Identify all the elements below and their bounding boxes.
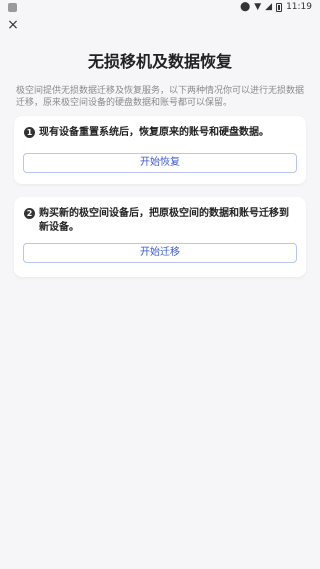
migrate-card-label: 购买新的极空间设备后，把原极空间的数据和账号迁移到新设备。 <box>39 208 289 233</box>
app-icon <box>8 2 17 12</box>
migrate-card: 2 购买新的极空间设备后，把原极空间的数据和账号迁移到新设备。 开始迁移 <box>14 197 306 277</box>
status-bar: ⬤ ▼ ◢ 11:19 <box>0 0 320 14</box>
signal-icon: ◢ <box>265 1 273 12</box>
wifi-icon: ▼ <box>254 1 262 12</box>
close-button[interactable]: × <box>4 16 22 34</box>
restore-card-label: 现有设备重置系统后，恢复原来的账号和硬盘数据。 <box>39 127 269 138</box>
start-migrate-button[interactable]: 开始迁移 <box>23 243 297 263</box>
page-title: 无损移机及数据恢复 <box>87 52 232 71</box>
close-icon: × <box>7 17 19 33</box>
restore-card-text: 1 现有设备重置系统后，恢复原来的账号和硬盘数据。 <box>24 126 296 140</box>
page-description: 极空间提供无损数据迁移及恢复服务，以下两种情况你可以进行无损数据迁移，原来极空间… <box>16 86 305 108</box>
number-badge-1: 1 <box>24 127 35 138</box>
location-icon: ⬤ <box>240 1 251 12</box>
battery-icon <box>276 2 283 12</box>
restore-card: 1 现有设备重置系统后，恢复原来的账号和硬盘数据。 开始恢复 <box>14 116 306 184</box>
status-bar-left <box>8 2 17 12</box>
migrate-card-text: 2 购买新的极空间设备后，把原极空间的数据和账号迁移到新设备。 <box>24 207 296 235</box>
start-restore-button[interactable]: 开始恢复 <box>23 153 297 173</box>
status-time: 11:19 <box>286 2 312 12</box>
status-bar-right: ⬤ ▼ ◢ 11:19 <box>240 2 312 12</box>
number-badge-2: 2 <box>24 208 35 219</box>
